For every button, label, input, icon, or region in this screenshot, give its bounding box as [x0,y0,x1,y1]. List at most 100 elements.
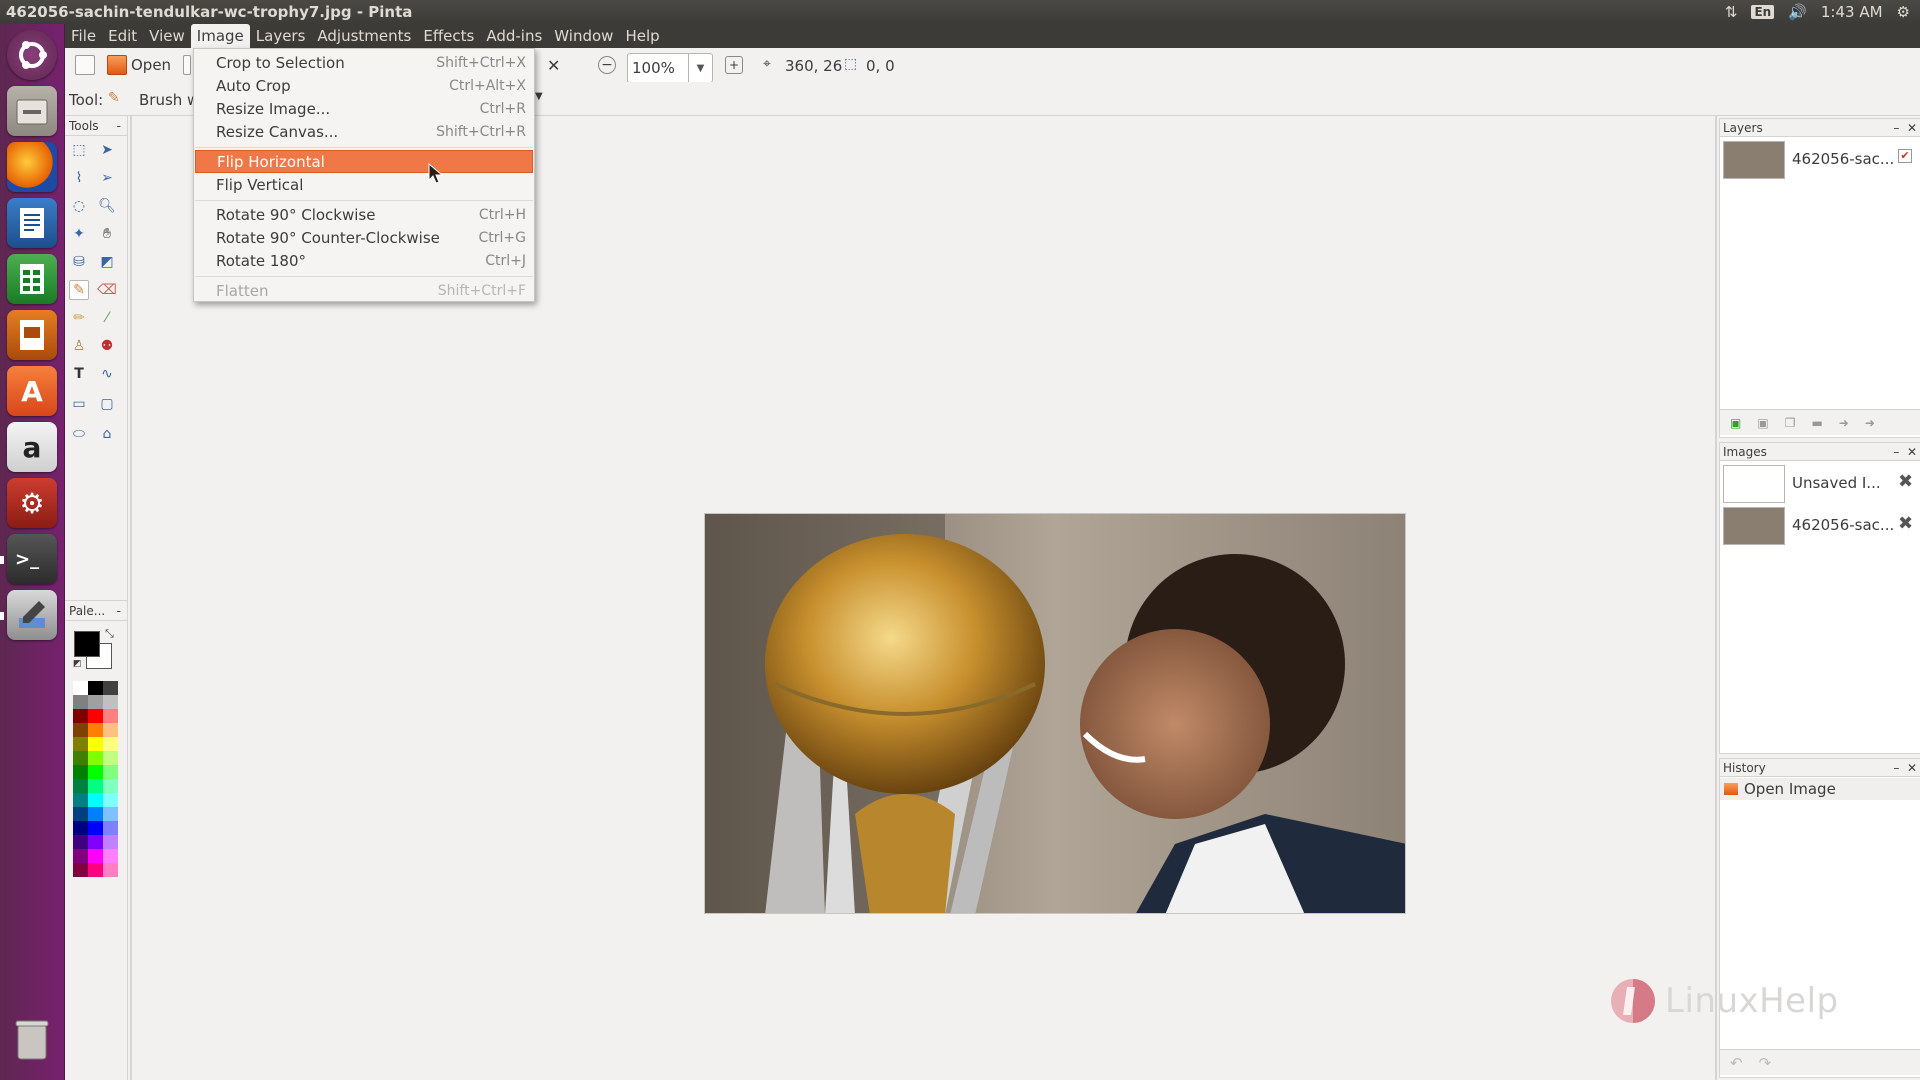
files-icon[interactable] [7,86,57,136]
text-tool-icon[interactable]: T [69,364,89,384]
palette-swatch[interactable] [103,835,118,849]
pencil-tool-icon[interactable]: ✏ [69,308,89,328]
unsaved-image-thumbnail[interactable] [1723,465,1785,503]
palette-swatch[interactable] [103,681,118,695]
deselect-button[interactable]: ✕ [547,52,560,78]
palette-swatch[interactable] [103,807,118,821]
rounded-rectangle-tool-icon[interactable]: ▢ [97,394,117,414]
system-settings-icon[interactable]: ⚙ [7,478,57,528]
image-thumbnail[interactable] [1723,507,1785,545]
color-picker-tool-icon[interactable]: ⁄ [97,308,117,328]
menu-item-resize-canvas[interactable]: Resize Canvas... Shift+Ctrl+R [195,120,533,143]
move-selection-tool-icon[interactable]: ➢ [97,168,117,188]
palette-swatch[interactable] [88,765,103,779]
close-image-icon[interactable]: ✖ [1898,513,1913,534]
delete-layer-icon[interactable]: ▣ [1757,416,1768,430]
palette-swatch[interactable] [73,863,88,877]
palette-swatch[interactable] [88,779,103,793]
close-image-icon[interactable]: ✖ [1898,471,1913,492]
palette-swatch[interactable] [73,835,88,849]
palette-swatch[interactable] [73,709,88,723]
redo-icon[interactable]: ↷ [1759,1054,1772,1072]
menu-item-crop-to-selection[interactable]: Crop to Selection Shift+Ctrl+X [195,51,533,74]
add-layer-icon[interactable]: ▣ [1730,416,1741,430]
move-selected-tool-icon[interactable]: ➤ [97,140,117,160]
freeform-shape-tool-icon[interactable]: ⌂ [97,424,117,444]
settings-gear-icon[interactable]: ⚙ [1897,3,1910,21]
menu-item-resize-image[interactable]: Resize Image... Ctrl+R [195,97,533,120]
undo-icon[interactable]: ↶ [1730,1054,1743,1072]
merge-layer-icon[interactable]: ▬ [1811,416,1822,430]
panel-controls-icon[interactable]: – ✕ [1893,759,1917,776]
open-button[interactable]: Open [107,52,171,78]
palette-swatch[interactable] [88,835,103,849]
duplicate-layer-icon[interactable]: ❐ [1785,416,1796,430]
menu-item-rotate-90-clockwise[interactable]: Rotate 90° Clockwise Ctrl+H [195,203,533,226]
panel-controls-icon[interactable]: – ✕ [1893,443,1917,460]
menu-item-flip-horizontal[interactable]: Flip Horizontal [195,150,533,173]
palette-swatch[interactable] [88,723,103,737]
pan-tool-icon[interactable]: ✋︎ [97,224,117,244]
palette-swatch[interactable] [103,723,118,737]
line-curve-tool-icon[interactable]: ∿ [97,364,117,384]
menu-adjustments[interactable]: Adjustments [311,24,417,48]
menu-window[interactable]: Window [548,24,619,48]
menu-item-auto-crop[interactable]: Auto Crop Ctrl+Alt+X [195,74,533,97]
calc-icon[interactable] [7,254,57,304]
terminal-icon[interactable]: >_ [7,534,57,584]
menu-edit[interactable]: Edit [102,24,143,48]
antialias-dropdown-icon[interactable]: ▼ [535,91,543,102]
ellipse-select-tool-icon[interactable]: ◌ [69,196,89,216]
magic-wand-tool-icon[interactable]: ✦ [69,224,89,244]
eraser-tool-icon[interactable]: ⌫ [97,280,117,300]
swap-colors-icon[interactable]: ⤡ [105,627,114,641]
palette-swatch[interactable] [73,695,88,709]
palette-swatch[interactable] [103,793,118,807]
zoom-in-button[interactable]: + [725,52,743,78]
palette-swatch[interactable] [88,821,103,835]
palette-swatch[interactable] [88,863,103,877]
move-layer-down-icon[interactable]: ➜ [1865,416,1875,430]
menu-layers[interactable]: Layers [250,24,312,48]
palette-swatch[interactable] [73,765,88,779]
gradient-tool-icon[interactable]: ◩ [97,252,117,272]
volume-icon[interactable]: 🔊 [1788,3,1807,21]
palette-swatch[interactable] [103,779,118,793]
trash-icon[interactable] [7,1014,57,1064]
menu-item-rotate-90-counter-clockwise[interactable]: Rotate 90° Counter-Clockwise Ctrl+G [195,226,533,249]
paintbrush-tool-icon[interactable]: ✎ [69,280,89,300]
zoom-combobox[interactable]: 100% ▼ [627,53,713,83]
menu-image[interactable]: Image [190,24,250,48]
menu-effects[interactable]: Effects [417,24,480,48]
dash-home-icon[interactable] [7,30,57,80]
impress-icon[interactable] [7,310,57,360]
palette-swatch[interactable] [73,821,88,835]
save-button[interactable] [183,52,191,78]
new-image-button[interactable] [75,52,95,78]
palette-swatch[interactable] [73,793,88,807]
clone-stamp-tool-icon[interactable]: ♙ [69,336,89,356]
zoom-value[interactable]: 100% [628,59,688,77]
palette-swatch[interactable] [103,695,118,709]
layer-name[interactable]: 462056-sac... [1792,150,1894,168]
move-layer-up-icon[interactable]: ➜ [1839,416,1849,430]
rectangle-select-tool-icon[interactable]: ⬚ [69,140,89,160]
layer-visibility-checkbox[interactable]: ✔ [1898,149,1912,163]
history-item[interactable]: Open Image [1720,778,1920,800]
menu-help[interactable]: Help [619,24,665,48]
palette-swatch[interactable] [88,695,103,709]
palette-swatch[interactable] [103,863,118,877]
layer-thumbnail[interactable] [1723,141,1785,179]
palette-swatch[interactable] [103,765,118,779]
primary-color-swatch[interactable] [74,631,100,657]
palette-swatch[interactable] [88,751,103,765]
palette-swatch[interactable] [73,751,88,765]
clock[interactable]: 1:43 AM [1821,3,1883,21]
lasso-select-tool-icon[interactable]: ⌇ [69,168,89,188]
palette-swatch[interactable] [103,821,118,835]
writer-icon[interactable] [7,198,57,248]
software-center-icon[interactable]: A [7,366,57,416]
palette-swatch[interactable] [88,737,103,751]
palette-swatch[interactable] [88,681,103,695]
palette-swatch[interactable] [73,849,88,863]
